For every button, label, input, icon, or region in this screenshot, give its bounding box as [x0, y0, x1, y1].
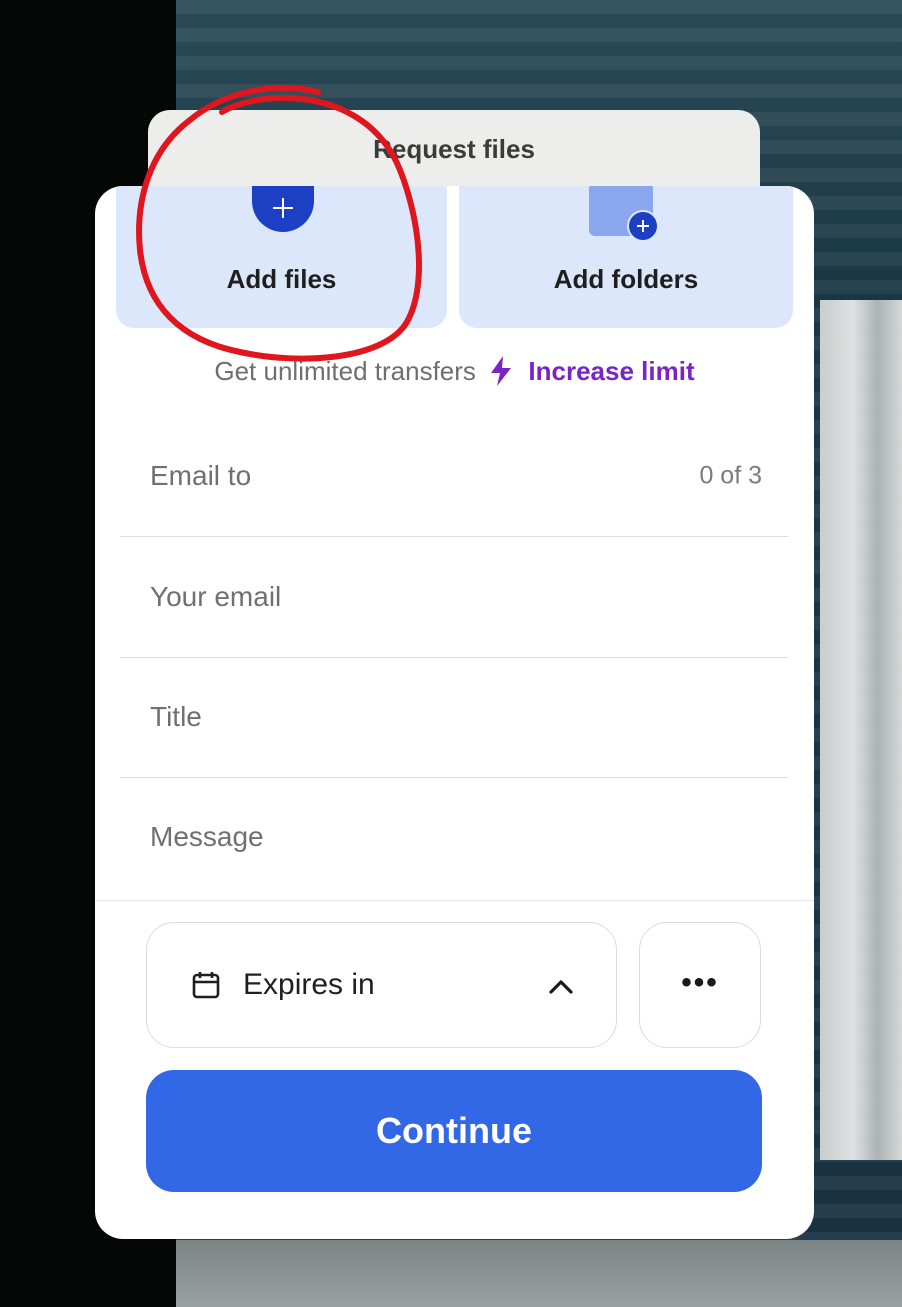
more-options-button[interactable]: ••• [639, 922, 761, 1048]
recipient-count: 0 of 3 [699, 461, 762, 490]
expires-in-dropdown[interactable]: Expires in [146, 922, 617, 1048]
calendar-icon [192, 972, 220, 999]
title-placeholder: Title [150, 701, 202, 732]
add-folders-button[interactable]: Add folders [459, 186, 793, 328]
title-field[interactable]: Title [120, 657, 788, 778]
folder-plus-icon [589, 186, 669, 246]
plus-circle-icon [252, 186, 314, 232]
bolt-icon [491, 356, 512, 386]
add-folders-label: Add folders [553, 264, 699, 294]
background-floor [176, 1240, 902, 1307]
message-placeholder: Message [150, 821, 264, 852]
message-field[interactable]: Message [120, 777, 788, 897]
continue-button[interactable]: Continue [146, 1070, 762, 1192]
add-files-button[interactable]: Add files [116, 186, 447, 328]
expires-in-label: Expires in [243, 968, 375, 1001]
increase-limit-link[interactable]: Increase limit [528, 356, 694, 386]
transfer-limit-row: Get unlimited transfers Increase limit [95, 356, 814, 387]
email-to-placeholder: Email to [150, 460, 252, 491]
email-to-field[interactable]: Email to 0 of 3 [120, 416, 788, 537]
background-curtain [820, 300, 902, 1160]
request-files-tab-label: Request files [373, 134, 535, 164]
chevron-up-icon [549, 980, 573, 994]
transfer-card: Add files Add folders Get unlimited tran… [95, 186, 814, 1239]
limit-prompt-text: Get unlimited transfers [214, 356, 476, 386]
bottom-divider [95, 900, 814, 901]
your-email-field[interactable]: Your email [120, 537, 788, 658]
add-files-label: Add files [226, 264, 337, 294]
your-email-placeholder: Your email [150, 581, 282, 612]
